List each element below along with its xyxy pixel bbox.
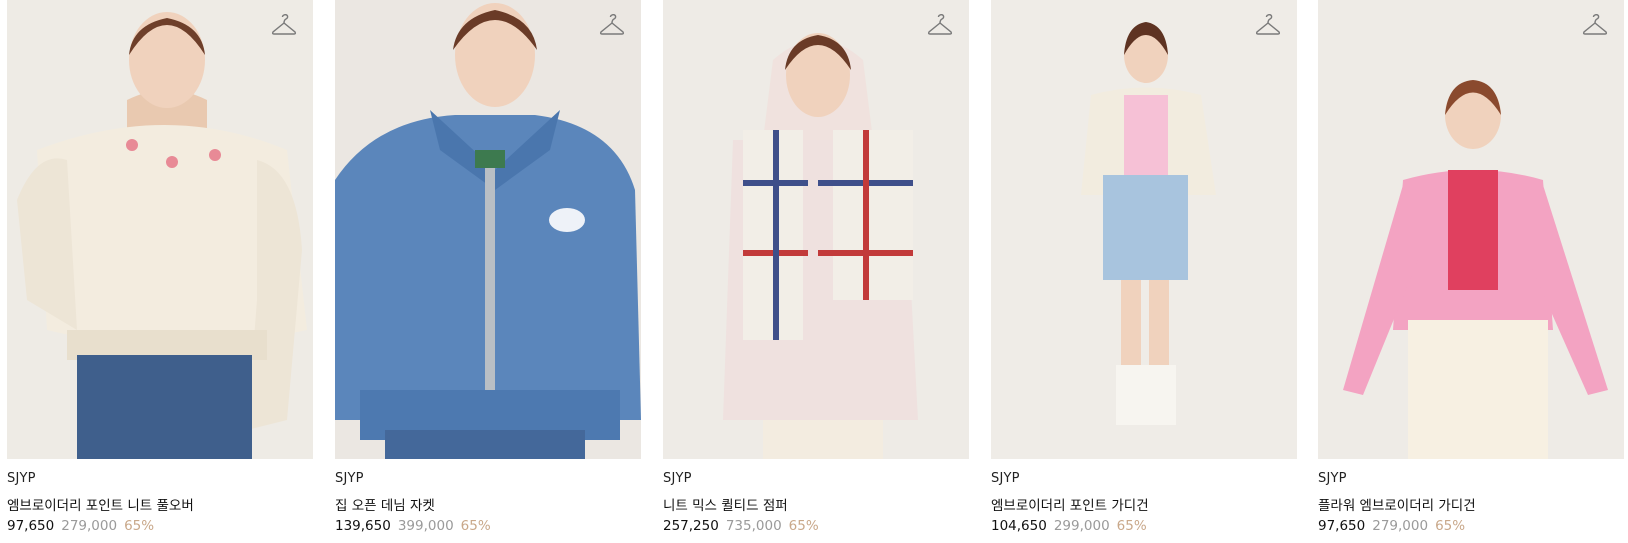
- product-name[interactable]: 플라워 엠브로이더리 가디건: [1318, 494, 1476, 514]
- discount-rate: 65%: [1116, 518, 1147, 534]
- product-name[interactable]: 엠브로이더리 포인트 니트 풀오버: [7, 494, 194, 514]
- product-card[interactable]: SJYP 집 오픈 데님 자켓 139,650 399,000 65%: [335, 0, 641, 543]
- discount-rate: 65%: [124, 518, 155, 534]
- hanger-icon[interactable]: [1582, 14, 1608, 38]
- product-image[interactable]: [1318, 0, 1624, 459]
- original-price: 279,000: [61, 518, 118, 534]
- product-card[interactable]: SJYP 엠브로이더리 포인트 가디건 104,650 299,000 65%: [991, 0, 1297, 543]
- product-prices: 139,650 399,000 65%: [335, 518, 491, 534]
- discount-rate: 65%: [460, 518, 491, 534]
- original-price: 299,000: [1053, 518, 1110, 534]
- product-photo: [1318, 0, 1624, 459]
- hanger-icon[interactable]: [1255, 14, 1281, 38]
- sale-price: 257,250: [663, 518, 719, 534]
- original-price: 735,000: [725, 518, 782, 534]
- product-photo: [335, 0, 641, 459]
- product-brand: SJYP: [663, 471, 692, 486]
- product-card[interactable]: SJYP 플라워 엠브로이더리 가디건 97,650 279,000 65%: [1318, 0, 1624, 543]
- original-price: 279,000: [1372, 518, 1429, 534]
- product-name[interactable]: 니트 믹스 퀼티드 점퍼: [663, 494, 788, 514]
- hanger-icon[interactable]: [927, 14, 953, 38]
- sale-price: 97,650: [7, 518, 55, 534]
- product-brand: SJYP: [7, 471, 36, 486]
- original-price: 399,000: [397, 518, 454, 534]
- product-photo: [991, 0, 1297, 459]
- product-photo: [663, 0, 969, 459]
- hanger-icon[interactable]: [271, 14, 297, 38]
- product-grid: SJYP 엠브로이더리 포인트 니트 풀오버 97,650 279,000 65%: [0, 0, 1628, 543]
- product-brand: SJYP: [335, 471, 364, 486]
- product-brand: SJYP: [1318, 471, 1347, 486]
- product-card[interactable]: SJYP 니트 믹스 퀼티드 점퍼 257,250 735,000 65%: [663, 0, 969, 543]
- product-prices: 104,650 299,000 65%: [991, 518, 1147, 534]
- sale-price: 97,650: [1318, 518, 1366, 534]
- product-prices: 97,650 279,000 65%: [7, 518, 154, 534]
- product-name[interactable]: 집 오픈 데님 자켓: [335, 494, 435, 514]
- product-prices: 97,650 279,000 65%: [1318, 518, 1465, 534]
- hanger-icon[interactable]: [599, 14, 625, 38]
- product-image[interactable]: [335, 0, 641, 459]
- discount-rate: 65%: [788, 518, 819, 534]
- sale-price: 104,650: [991, 518, 1047, 534]
- product-name[interactable]: 엠브로이더리 포인트 가디건: [991, 494, 1149, 514]
- sale-price: 139,650: [335, 518, 391, 534]
- product-brand: SJYP: [991, 471, 1020, 486]
- product-image[interactable]: [991, 0, 1297, 459]
- discount-rate: 65%: [1435, 518, 1466, 534]
- product-photo: [7, 0, 313, 459]
- product-image[interactable]: [7, 0, 313, 459]
- product-card[interactable]: SJYP 엠브로이더리 포인트 니트 풀오버 97,650 279,000 65%: [7, 0, 313, 543]
- product-prices: 257,250 735,000 65%: [663, 518, 819, 534]
- product-image[interactable]: [663, 0, 969, 459]
